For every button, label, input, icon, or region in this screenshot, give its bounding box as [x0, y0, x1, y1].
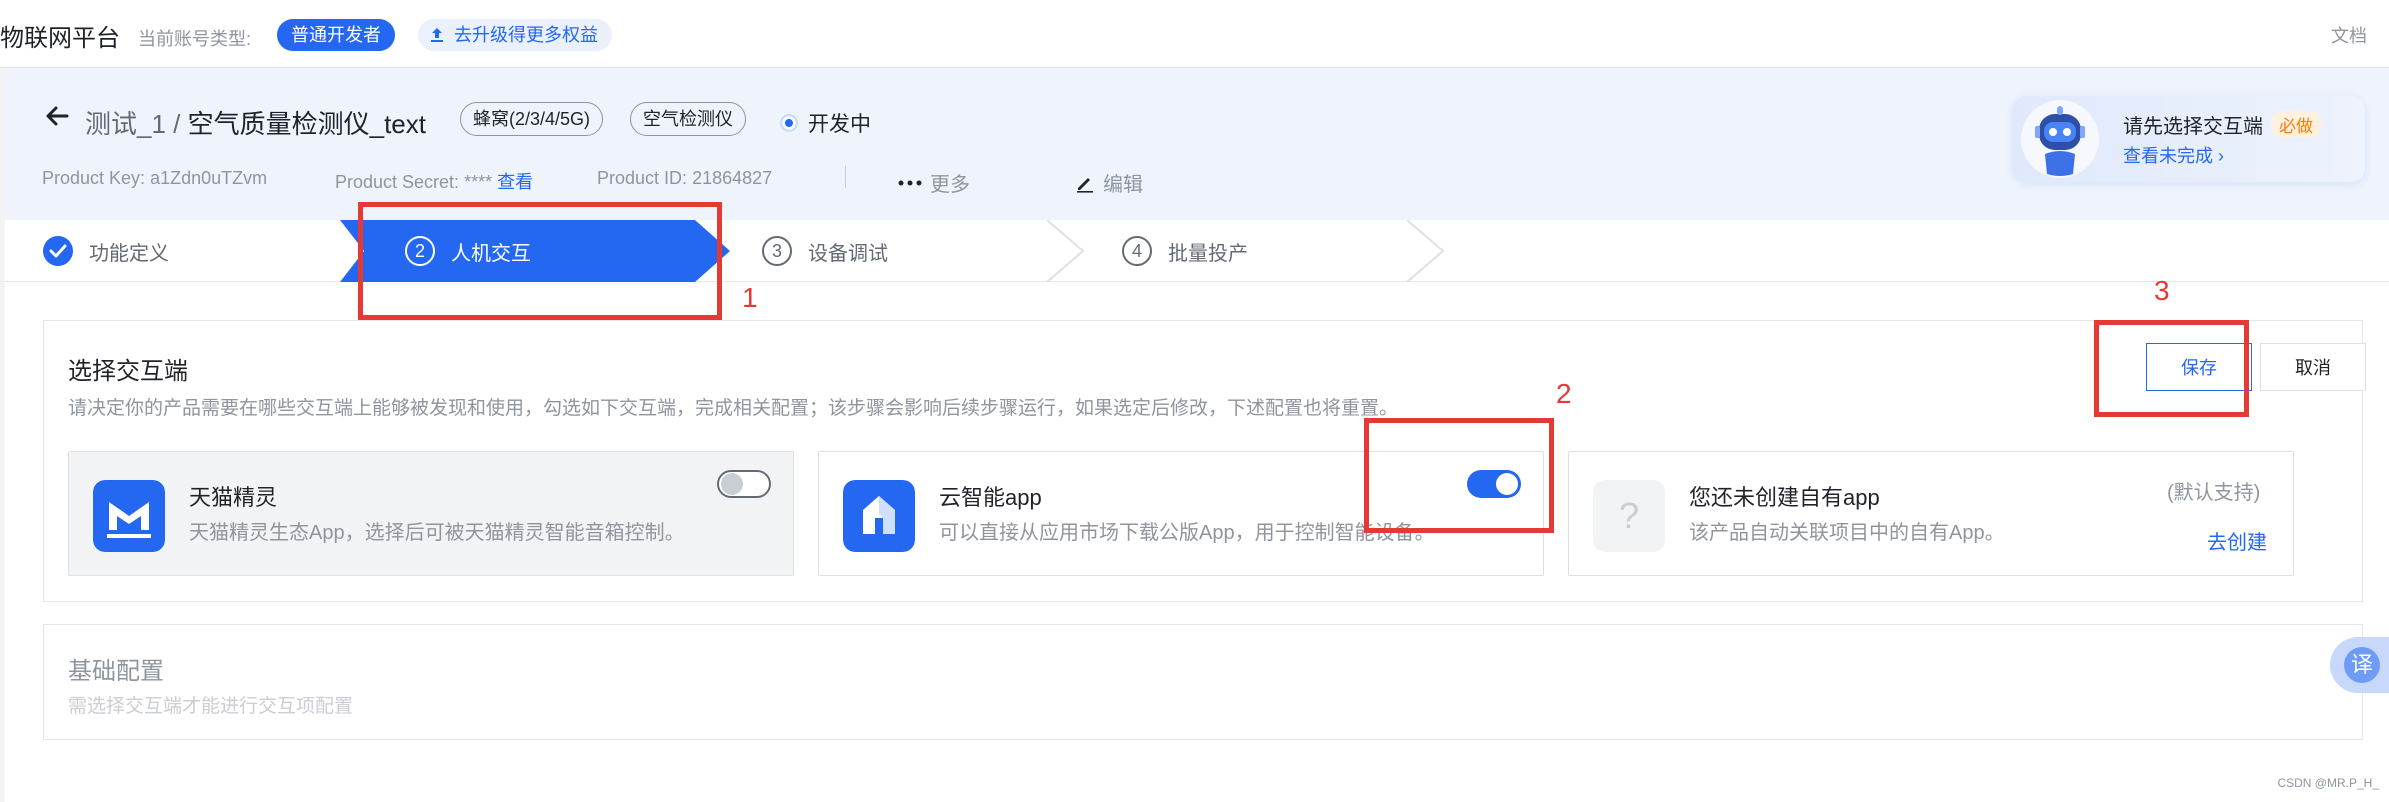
- product-id: Product ID: 21864827: [597, 168, 772, 189]
- step-mass-production[interactable]: 4 批量投产: [1122, 220, 1248, 282]
- basic-config-description: 需选择交互端才能进行交互项配置: [68, 696, 354, 717]
- breadcrumb-parent[interactable]: 测试_1 /: [85, 109, 180, 139]
- product-key: Product Key: a1Zdn0uTZvm: [42, 168, 267, 189]
- account-type-badge: 普通开发者: [277, 19, 395, 51]
- default-support-note: (默认支持): [2167, 482, 2261, 504]
- select-terminal-hint[interactable]: 请先选择交互端 必做 查看未完成 ›: [2013, 96, 2365, 182]
- product-key-label: Product Key:: [42, 168, 146, 188]
- section-description: 请决定你的产品需要在哪些交互端上能够被发现和使用，勾选如下交互端，完成相关配置；…: [68, 398, 1399, 419]
- step-number: 4: [1122, 236, 1152, 266]
- more-label: 更多: [930, 174, 970, 196]
- upload-icon: [431, 28, 443, 42]
- hint-link[interactable]: 查看未完成 ›: [2123, 142, 2224, 168]
- cloud-app-icon: [843, 480, 915, 552]
- section-title: 选择交互端: [68, 358, 188, 385]
- translate-icon: 译: [2344, 647, 2380, 683]
- cancel-button[interactable]: 取消: [2260, 343, 2366, 391]
- annotation-box-3: [2094, 320, 2249, 417]
- status-dot-icon: [780, 114, 798, 132]
- robot-assistant-icon: [2021, 100, 2099, 178]
- top-bar: 物联网平台 当前账号类型: 普通开发者 去升级得更多权益 文档: [0, 0, 2389, 68]
- chevron-right-icon: ›: [2218, 146, 2225, 166]
- option-desc: 该产品自动关联项目中的自有App。: [1689, 522, 2005, 544]
- step-label: 设备调试: [808, 242, 888, 265]
- step-label: 功能定义: [89, 242, 169, 265]
- option-name: 云智能app: [939, 485, 1042, 510]
- status-label: 开发中: [808, 113, 871, 136]
- network-tag: 蜂窝(2/3/4/5G): [460, 102, 604, 136]
- question-icon: ?: [1593, 480, 1665, 552]
- product-secret-value: ****: [464, 172, 493, 192]
- product-secret: Product Secret: **** 查看: [335, 168, 533, 194]
- page-title: 测试_1 / 空气质量检测仪_text: [85, 104, 426, 141]
- main-content: 选择交互端 请决定你的产品需要在哪些交互端上能够被发现和使用，勾选如下交互端，完…: [5, 282, 2389, 802]
- upgrade-button[interactable]: 去升级得更多权益: [418, 19, 612, 51]
- product-secret-label: Product Secret:: [335, 172, 460, 192]
- step-separator-icon: [1046, 220, 1085, 282]
- edit-label: 编辑: [1103, 174, 1143, 196]
- hint-title-row: 请先选择交互端 必做: [2123, 110, 2321, 139]
- basic-config-card: 基础配置 需选择交互端才能进行交互项配置: [43, 624, 2363, 740]
- back-arrow-icon[interactable]: [43, 102, 71, 130]
- more-dots-icon: [898, 180, 922, 185]
- step-separator-icon: [1406, 220, 1445, 282]
- product-header: 测试_1 / 空气质量检测仪_text 蜂窝(2/3/4/5G) 空气检测仪 开…: [5, 68, 2389, 220]
- option-tmall-genie[interactable]: 天猫精灵 天猫精灵生态App，选择后可被天猫精灵智能音箱控制。: [68, 451, 794, 576]
- step-function-definition[interactable]: 功能定义: [43, 220, 169, 282]
- must-do-badge: 必做: [2271, 111, 2321, 138]
- divider: [845, 166, 846, 188]
- annotation-box-1: [358, 202, 722, 320]
- option-name: 天猫精灵: [189, 485, 278, 510]
- option-own-app[interactable]: ? 您还未创建自有app 该产品自动关联项目中的自有App。 (默认支持) 去创…: [1568, 451, 2294, 576]
- view-incomplete-link[interactable]: 查看未完成: [2123, 146, 2213, 166]
- category-tag: 空气检测仪: [630, 102, 746, 136]
- create-app-link[interactable]: 去创建: [2207, 526, 2267, 555]
- basic-config-title: 基础配置: [68, 658, 164, 685]
- check-circle-icon: [43, 236, 73, 266]
- translate-button[interactable]: 译: [2330, 637, 2389, 693]
- step-device-debug[interactable]: 3 设备调试: [762, 220, 888, 282]
- product-id-value: 21864827: [692, 168, 773, 188]
- option-desc: 可以直接从应用市场下载公版App，用于控制智能设备。: [939, 522, 1435, 544]
- step-number: 3: [762, 236, 792, 266]
- svg-text:?: ?: [1619, 495, 1639, 536]
- option-desc: 天猫精灵生态App，选择后可被天猫精灵智能音箱控制。: [189, 522, 685, 544]
- step-label: 批量投产: [1168, 242, 1248, 265]
- docs-link[interactable]: 文档: [2331, 22, 2367, 48]
- status-badge: 开发中: [780, 108, 871, 138]
- upgrade-label: 去升级得更多权益: [454, 25, 598, 45]
- select-terminal-card: 选择交互端 请决定你的产品需要在哪些交互端上能够被发现和使用，勾选如下交互端，完…: [43, 320, 2366, 602]
- annotation-label-1: 1: [742, 282, 758, 313]
- edit-button[interactable]: 编辑: [1075, 168, 1143, 197]
- annotation-label-2: 2: [1556, 378, 1572, 409]
- tmall-genie-toggle[interactable]: [717, 470, 771, 498]
- tmall-genie-icon: [93, 480, 165, 552]
- hint-title: 请先选择交互端: [2123, 116, 2263, 138]
- toggle-knob: [721, 473, 743, 495]
- product-key-value: a1Zdn0uTZvm: [150, 168, 268, 188]
- annotation-box-2: [1364, 418, 1554, 533]
- account-type-label: 当前账号类型:: [138, 29, 252, 49]
- watermark: CSDN @MR.P_H_: [2277, 776, 2379, 790]
- more-button[interactable]: 更多: [898, 168, 970, 197]
- edit-pencil-icon: [1077, 177, 1093, 193]
- option-name: 您还未创建自有app: [1689, 485, 1880, 510]
- platform-title: 物联网平台: [0, 25, 120, 52]
- view-secret-link[interactable]: 查看: [497, 172, 533, 192]
- product-name: 空气质量检测仪_text: [187, 109, 426, 139]
- annotation-label-3: 3: [2154, 275, 2170, 306]
- product-id-label: Product ID:: [597, 168, 688, 188]
